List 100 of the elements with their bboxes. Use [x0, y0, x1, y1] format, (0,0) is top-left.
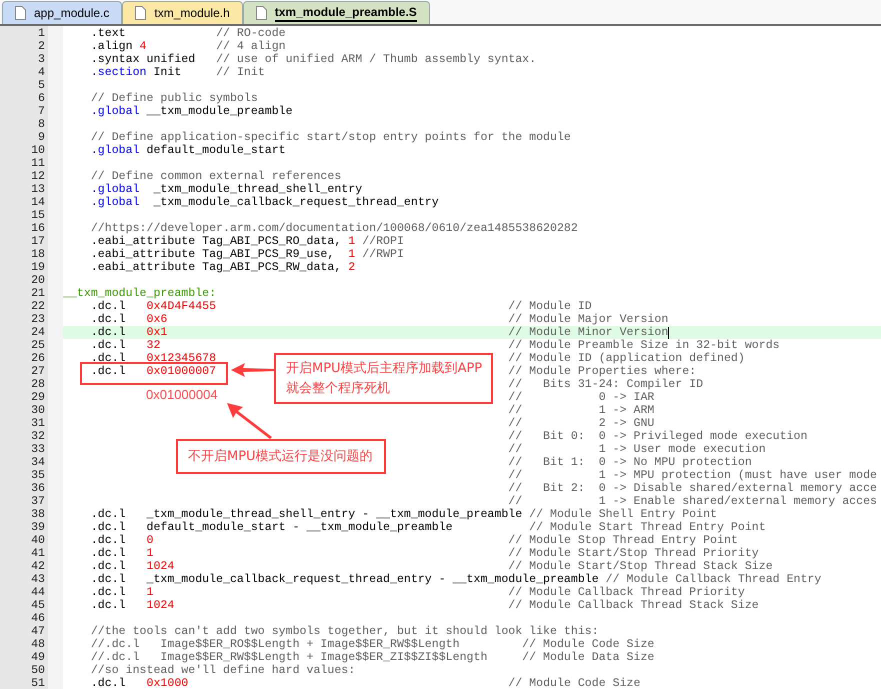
line-number: 34: [31, 456, 45, 469]
code-text: .dc.l 0x6: [90, 313, 168, 326]
code-text: .global __txm_module_preamble: [90, 105, 293, 118]
line-number: 8: [38, 118, 45, 131]
code-comment: // Module Stop Thread Entry Point: [508, 534, 738, 547]
callout-text: 就会整个程序死机: [286, 380, 391, 396]
code-comment: // Module Preamble Size in 32-bit words: [508, 339, 780, 352]
replacement-value: 0x01000004: [146, 387, 218, 402]
code-text: __txm_module_preamble:: [63, 287, 216, 300]
code-text: .global default_module_start: [90, 144, 286, 157]
text-cursor: [668, 326, 670, 338]
line-number: 50: [31, 664, 45, 677]
line-number: 37: [31, 495, 45, 508]
line-number: 51: [31, 677, 45, 689]
code-comment: // Bit 1: 0 -> No MPU protection: [508, 456, 752, 469]
line-number: 33: [31, 443, 45, 456]
code-comment: // 1 -> User mode execution: [508, 443, 766, 456]
line-number: 49: [31, 651, 45, 664]
line-number: 29: [31, 391, 45, 404]
line-number: 19: [31, 261, 45, 274]
callout-text: 不开启MPU模式运行是没问题的: [188, 448, 374, 464]
line-number: 10: [31, 144, 45, 157]
code-text: .text: [90, 27, 126, 40]
code-text: .eabi_attribute Tag_ABI_PCS_R9_use, 1: [90, 248, 356, 261]
code-comment: // 1 -> Enable shared/external memory acces: [508, 495, 878, 508]
code-comment: // use of unified ARM / Thumb assembly syntax.: [216, 53, 536, 66]
line-number: 41: [31, 547, 45, 560]
line-number: 4: [38, 66, 45, 79]
code-comment: // Module Code Size: [508, 677, 640, 689]
code-comment: // Module Callback Thread Priority: [508, 586, 745, 599]
line-number: 48: [31, 638, 45, 651]
code-text: .dc.l 1: [90, 586, 154, 599]
line-number: 26: [31, 352, 45, 365]
line-number: 15: [31, 209, 45, 222]
code-text: .dc.l 0x01000007: [90, 365, 216, 378]
code-text: .global _txm_module_thread_shell_entry: [90, 183, 362, 196]
line-number: 17: [31, 235, 45, 248]
line-number: 14: [31, 196, 45, 209]
code-text: .dc.l 1024: [90, 560, 174, 573]
code-comment: // 2 -> GNU: [508, 417, 654, 430]
line-number: 5: [38, 79, 45, 92]
code-comment: // Module Start/Stop Thread Priority: [508, 547, 759, 560]
line-number: 1: [38, 27, 45, 40]
file-tab[interactable]: txm_module_preamble.S: [242, 1, 430, 24]
code-comment: // Module Callback Thread Stack Size: [508, 599, 759, 612]
code-comment: // Define common external references: [90, 170, 342, 183]
line-number: 44: [31, 586, 45, 599]
code-text: .dc.l 0x1000: [90, 677, 188, 689]
line-number: 7: [38, 105, 45, 118]
line-number: 30: [31, 404, 45, 417]
code-comment: // Define public symbols: [90, 92, 258, 105]
code-text: .dc.l 1024: [90, 599, 174, 612]
code-comment: // Module Shell Entry Point: [529, 508, 717, 521]
code-comment: //the tools can't add two symbols together, but it should look like this:: [90, 625, 599, 638]
code-comment: // Module Start/Stop Thread Stack Size: [508, 560, 773, 573]
code-comment: //.dc.l Image$$ER_RO$$Length + Image$$ER_RW$$Length // Module Code Size: [90, 638, 654, 651]
code-text: .dc.l 0x12345678: [90, 352, 216, 365]
code-text: .align 4: [90, 40, 146, 53]
code-text: .eabi_attribute Tag_ABI_PCS_RW_data, 2: [90, 261, 356, 274]
code-comment: // Init: [216, 66, 265, 79]
code-text: .eabi_attribute Tag_ABI_PCS_RO_data, 1: [90, 235, 356, 248]
line-number: 12: [31, 170, 45, 183]
file-tab[interactable]: app_module.c: [2, 1, 122, 24]
file-tab[interactable]: txm_module.h: [122, 1, 243, 24]
code-comment: // Module Major Version: [508, 313, 668, 326]
code-text: .dc.l 0x1: [90, 326, 168, 339]
code-text: .global _txm_module_callback_request_thread_entry: [90, 196, 439, 209]
line-number: 28: [31, 378, 45, 391]
line-number: 27: [31, 365, 45, 378]
code-comment: // RO-code: [216, 27, 286, 40]
code-text: .dc.l 1: [90, 547, 154, 560]
code-comment: //https://developer.arm.com/documentation/100068/0610/zea1485538620282: [90, 222, 578, 235]
code-comment: // 4 align: [216, 40, 286, 53]
code-comment: // Module Minor Version: [508, 326, 668, 339]
code-text: .dc.l 0: [90, 534, 154, 547]
line-number: 45: [31, 599, 45, 612]
code-comment: // 0 -> IAR: [508, 391, 654, 404]
line-number: 31: [31, 417, 45, 430]
line-number: 42: [31, 560, 45, 573]
document-icon: [15, 6, 26, 20]
code-comment: //ROPI: [362, 235, 404, 248]
callout-text: 开启MPU模式后主程序加载到APP: [286, 360, 484, 376]
line-number: 32: [31, 430, 45, 443]
code-comment: //RWPI: [362, 248, 404, 261]
line-number: 36: [31, 482, 45, 495]
document-icon: [135, 6, 146, 20]
line-number: 39: [31, 521, 45, 534]
line-number: 38: [31, 508, 45, 521]
code-comment: // Module ID: [508, 300, 592, 313]
line-number: 9: [38, 131, 45, 144]
document-icon: [256, 6, 267, 20]
line-number: 25: [31, 339, 45, 352]
code-comment: // Module Callback Thread Entry: [606, 573, 822, 586]
code-comment: // Bit 2: 0 -> Disable shared/external memory acce: [508, 482, 878, 495]
code-comment: // Module Properties where:: [508, 365, 696, 378]
code-text: .dc.l default_module_start - __txm_module_preamble: [90, 521, 453, 534]
line-number: 16: [31, 222, 45, 235]
line-number: 13: [31, 183, 45, 196]
line-number: 24: [31, 326, 45, 339]
line-number: 23: [31, 313, 45, 326]
